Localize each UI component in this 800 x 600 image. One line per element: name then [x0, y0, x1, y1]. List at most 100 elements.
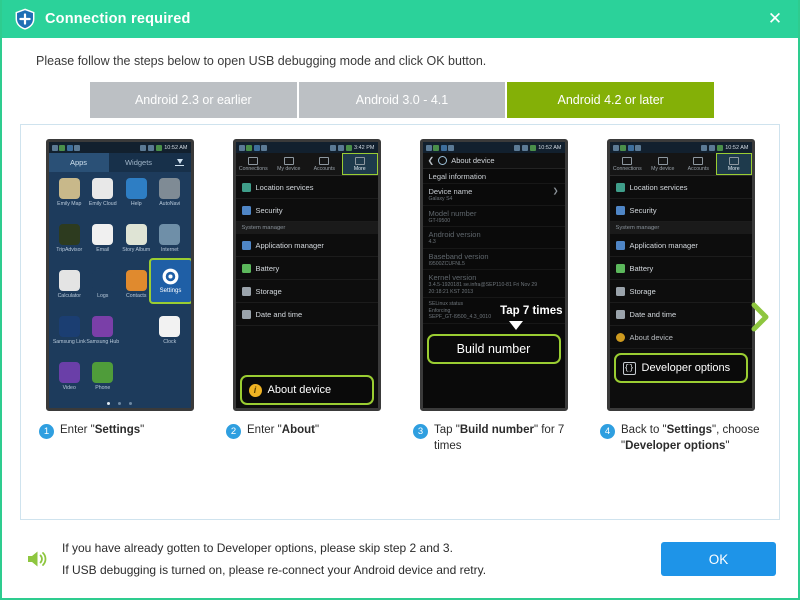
app-label: AutoNavi [159, 200, 181, 207]
settings-row-date-time[interactable]: Date and time [609, 303, 752, 326]
tab-android-4-2[interactable]: Android 4.2 or later [507, 82, 715, 118]
about-device-highlight[interactable]: i About device [239, 375, 374, 405]
app-icon-clock[interactable]: Clock [153, 316, 187, 362]
phone-screenshot-1: 10:52 AM Apps Widgets Emily Map Emily Cl… [45, 139, 194, 411]
tab-label: My device [277, 166, 301, 172]
settings-row-application-manager[interactable]: Application manager [235, 234, 378, 257]
row-label: Android version [428, 230, 481, 239]
step-captions: 1 Enter "Settings" 2 Enter "About" 3 Tap… [21, 411, 779, 454]
app-label: Internet [160, 246, 179, 253]
app-icon-tripadvisor[interactable]: TripAdvisor [53, 224, 87, 270]
row-value: GT-I9500 [428, 217, 451, 224]
settings-tabs-4: Connections My device Accounts More [609, 153, 752, 176]
settings-row-about-device[interactable]: About device [609, 326, 752, 349]
row-label: Device name [428, 187, 473, 196]
step-number-badge: 3 [413, 424, 428, 439]
app-label: Email [96, 246, 110, 253]
caption-prefix: Back to " [621, 424, 667, 436]
app-icon-samsung-hub[interactable]: Samsung Hub [86, 316, 120, 362]
chevron-left-icon[interactable]: ❮ [428, 156, 435, 165]
app-icon-email[interactable]: Email [86, 224, 120, 270]
about-row-model-number: Model number GT-I9500 [422, 206, 565, 227]
caption-prefix: Tap " [434, 424, 460, 436]
instruction-text: Please follow the steps below to open US… [36, 54, 487, 68]
status-icons-right-2: 3:42 PM [330, 144, 375, 151]
tab-label: My device [651, 166, 675, 172]
tab-label: Connections [612, 166, 642, 172]
row-label: Storage [255, 286, 282, 296]
settings-row-battery[interactable]: Battery [609, 257, 752, 280]
settings-tab-more[interactable]: More [716, 153, 752, 175]
chevron-right-icon[interactable] [747, 300, 773, 334]
status-bar-2: 3:42 PM [235, 142, 378, 153]
drawer-tab-apps[interactable]: Apps [48, 153, 109, 172]
status-time-3: 10:52 AM [538, 144, 562, 151]
app-glyph [92, 224, 114, 245]
app-icon-emily-cloud[interactable]: Emily Cloud [86, 178, 120, 224]
app-icon-logs[interactable]: Logs [86, 270, 120, 316]
tab-label: Connections [238, 166, 268, 172]
app-icon-story-album[interactable]: Story Album [120, 224, 154, 270]
settings-tab-connections[interactable]: Connections [236, 153, 272, 175]
row-label: Legal information [428, 172, 487, 181]
about-row-legal[interactable]: Legal information [422, 169, 565, 184]
build-number-highlight[interactable]: Build number [426, 334, 561, 364]
caption-bold: Settings [94, 424, 141, 436]
settings-row-date-time[interactable]: Date and time [235, 303, 378, 326]
app-icon-calculator[interactable]: Calculator [53, 270, 87, 316]
app-icon-emily-map[interactable]: Emily Map [53, 178, 87, 224]
settings-row-security[interactable]: Security [609, 199, 752, 222]
caption-step-2: 2 Enter "About" [216, 423, 397, 454]
settings-row-location[interactable]: Location services [235, 176, 378, 199]
about-row-device-name[interactable]: ❯ Device name Galaxy S4 [422, 184, 565, 206]
step-number-badge: 1 [39, 424, 54, 439]
status-time-1: 10:52 AM [164, 144, 188, 151]
app-icon-contacts[interactable]: Contacts [120, 270, 154, 316]
settings-tab-my-device[interactable]: My device [645, 153, 681, 175]
settings-row-battery[interactable]: Battery [235, 257, 378, 280]
caption-bold: Settings [666, 424, 713, 436]
settings-row-location[interactable]: Location services [609, 176, 752, 199]
developer-options-highlight[interactable]: {} Developer options [613, 353, 748, 383]
download-icon[interactable] [169, 153, 191, 172]
status-bar-1: 10:52 AM [48, 142, 191, 153]
settings-row-storage[interactable]: Storage [609, 280, 752, 303]
drawer-tab-widgets[interactable]: Widgets [109, 153, 169, 172]
row-label: Date and time [629, 309, 677, 319]
app-icon-autonavi[interactable]: AutoNavi [153, 178, 187, 224]
app-icon-help[interactable]: Help [120, 178, 154, 224]
status-icons-right-4: 10:52 AM [701, 144, 749, 151]
settings-row-application-manager[interactable]: Application manager [609, 234, 752, 257]
footer-line-2: If USB debugging is turned on, please re… [62, 563, 487, 577]
caption-step-4: 4 Back to "Settings", choose "Developer … [590, 423, 771, 454]
ok-button[interactable]: OK [661, 542, 776, 576]
phone-screenshot-2: 3:42 PM Connections My device Accounts M… [232, 139, 381, 411]
app-drawer: Apps Widgets Emily Map Emily Cloud Help Aut… [48, 153, 191, 408]
app-glyph [58, 224, 80, 245]
app-icon-samsung-link[interactable]: Samsung Link [53, 316, 87, 362]
step-1-column: 10:52 AM Apps Widgets Emily Map Emily Cl… [29, 139, 210, 411]
settings-tab-accounts[interactable]: Accounts [307, 153, 343, 175]
caption-bold: Build number [459, 424, 534, 436]
settings-tab-accounts[interactable]: Accounts [681, 153, 717, 175]
settings-tab-more[interactable]: More [342, 153, 378, 175]
tab-android-2-3[interactable]: Android 2.3 or earlier [90, 82, 299, 118]
section-header-system-manager: System manager [609, 222, 752, 234]
braces-icon: {} [622, 361, 636, 375]
caption-text: Back to "Settings", choose "Developer op… [621, 423, 771, 454]
settings-row-storage[interactable]: Storage [235, 280, 378, 303]
settings-tab-my-device[interactable]: My device [271, 153, 307, 175]
about-device-header: ❮ About device [422, 153, 565, 169]
android-version-tabs: Android 2.3 or earlier Android 3.0 - 4.1… [90, 82, 715, 118]
developer-options-label: Developer options [641, 362, 731, 374]
about-device-title: About device [451, 156, 495, 165]
settings-highlight[interactable]: Settings [148, 258, 191, 304]
settings-row-security[interactable]: Security [235, 199, 378, 222]
tab-android-3-0[interactable]: Android 3.0 - 4.1 [298, 82, 508, 118]
status-time-2: 3:42 PM [354, 144, 375, 151]
settings-tab-connections[interactable]: Connections [610, 153, 646, 175]
callout-arrow-icon [508, 321, 523, 330]
close-icon[interactable]: ✕ [762, 6, 788, 32]
settings-list-2: Connections My device Accounts More Loca… [235, 153, 378, 408]
row-value: I9500ZCUFNL5 [428, 260, 465, 267]
